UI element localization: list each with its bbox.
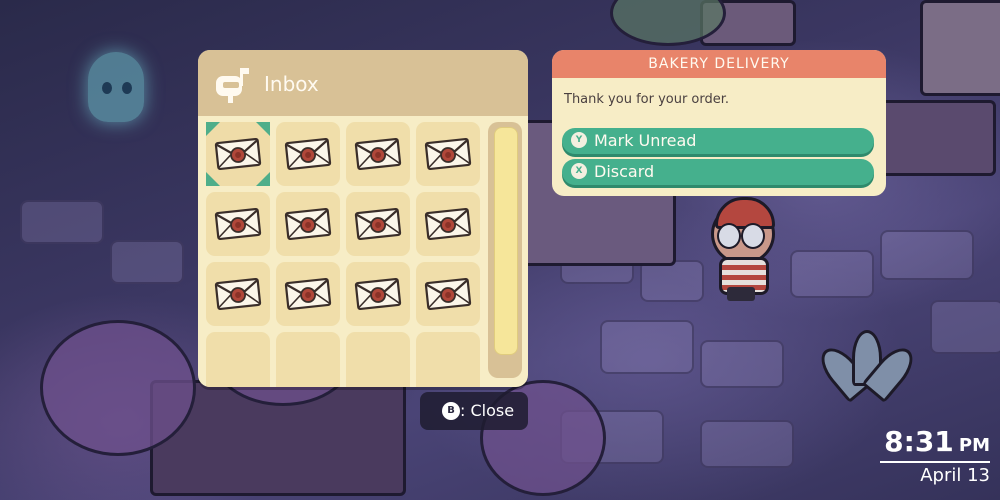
empty-mail-slot[interactable] bbox=[276, 332, 340, 387]
letter-icon bbox=[354, 277, 402, 315]
mail-slot[interactable] bbox=[206, 122, 270, 186]
mailbox-icon bbox=[216, 68, 249, 103]
mail-slot[interactable] bbox=[206, 262, 270, 326]
y-button-icon: Y bbox=[571, 132, 587, 148]
x-button-icon: X bbox=[571, 163, 587, 179]
mail-slot[interactable] bbox=[416, 192, 480, 256]
game-clock: 8:31 PM April 13 bbox=[880, 426, 990, 487]
player-character bbox=[705, 195, 777, 307]
discard-label: Discard bbox=[594, 162, 655, 181]
letter-icon bbox=[424, 207, 472, 245]
inbox-title: Inbox bbox=[264, 72, 319, 96]
inbox-panel: Inbox bbox=[198, 50, 528, 387]
clock-divider bbox=[880, 461, 990, 463]
clock-date: April 13 bbox=[920, 465, 990, 486]
mark-unread-label: Mark Unread bbox=[594, 131, 697, 150]
letter-icon bbox=[214, 277, 262, 315]
letter-icon bbox=[354, 207, 402, 245]
mail-title: BAKERY DELIVERY bbox=[552, 50, 886, 78]
inbox-header: Inbox bbox=[198, 50, 528, 116]
letter-icon bbox=[354, 137, 402, 175]
scrollbar-thumb[interactable] bbox=[494, 127, 518, 355]
letter-icon bbox=[424, 137, 472, 175]
selection-corner bbox=[256, 122, 270, 136]
clock-ampm: PM bbox=[958, 435, 990, 456]
letter-icon bbox=[284, 207, 332, 245]
selection-corner bbox=[206, 122, 220, 136]
letter-icon bbox=[424, 277, 472, 315]
mail-slot[interactable] bbox=[346, 192, 410, 256]
mail-detail-panel: BAKERY DELIVERY Thank you for your order… bbox=[552, 50, 886, 196]
spirit-npc bbox=[78, 42, 158, 142]
mail-slot[interactable] bbox=[206, 192, 270, 256]
mark-unread-button[interactable]: Y Mark Unread bbox=[562, 128, 874, 154]
letter-icon bbox=[214, 207, 262, 245]
letter-icon bbox=[284, 137, 332, 175]
mail-slot[interactable] bbox=[416, 262, 480, 326]
inbox-scrollbar[interactable] bbox=[488, 122, 522, 378]
empty-mail-slot[interactable] bbox=[416, 332, 480, 387]
mail-slot[interactable] bbox=[416, 122, 480, 186]
close-button[interactable]: B : Close bbox=[420, 392, 528, 430]
mail-slot[interactable] bbox=[346, 122, 410, 186]
letter-icon bbox=[284, 277, 332, 315]
b-button-icon: B bbox=[442, 402, 460, 420]
discard-button[interactable]: X Discard bbox=[562, 159, 874, 185]
mail-slot[interactable] bbox=[276, 192, 340, 256]
plant-decoration bbox=[813, 330, 921, 404]
clock-time: 8:31 bbox=[884, 425, 954, 458]
letter-icon bbox=[214, 137, 262, 175]
mail-message: Thank you for your order. bbox=[564, 92, 730, 107]
mail-slot[interactable] bbox=[276, 262, 340, 326]
mail-slot[interactable] bbox=[276, 122, 340, 186]
empty-mail-slot[interactable] bbox=[346, 332, 410, 387]
mail-slot[interactable] bbox=[346, 262, 410, 326]
empty-mail-slot[interactable] bbox=[206, 332, 270, 387]
close-label: : Close bbox=[460, 401, 515, 420]
